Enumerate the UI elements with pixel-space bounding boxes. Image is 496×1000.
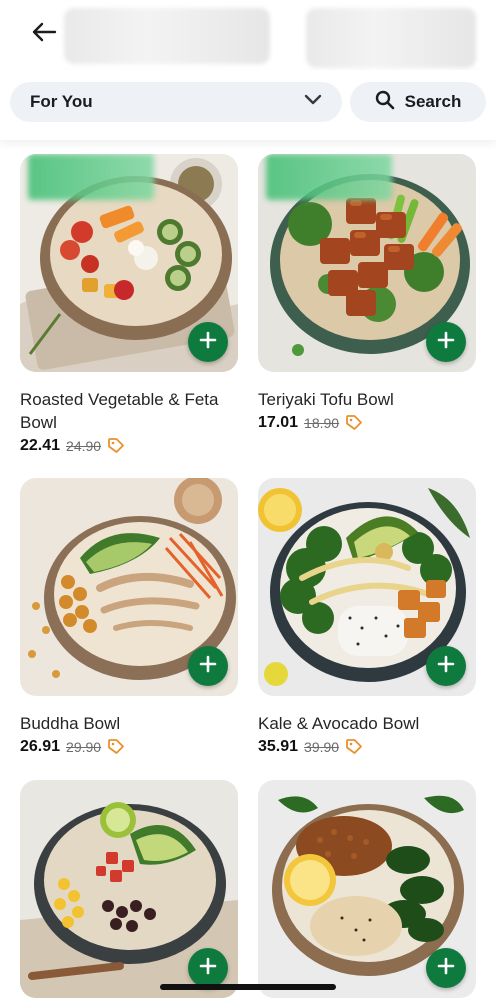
product-name[interactable]: Kale & Avocado Bowl — [258, 712, 476, 735]
arrow-left-icon — [31, 21, 57, 48]
plus-icon — [199, 331, 217, 354]
plus-icon — [199, 655, 217, 678]
product-price: 22.41 — [20, 437, 61, 454]
page: For You Search Roasted Vegetable & Feta … — [0, 0, 496, 1000]
add-to-cart-button[interactable] — [188, 322, 228, 362]
add-to-cart-button[interactable] — [188, 948, 228, 988]
add-to-cart-button[interactable] — [426, 948, 466, 988]
sale-tag-icon — [107, 437, 125, 455]
product-price: 35.91 — [258, 738, 299, 755]
add-to-cart-button[interactable] — [426, 646, 466, 686]
product-old-price: 18.90 — [304, 415, 340, 431]
redacted-badge — [28, 154, 154, 200]
product-card[interactable]: Teriyaki Tofu Bowl 17.01 18.90 — [258, 154, 476, 432]
search-icon — [375, 90, 395, 115]
redacted-badge — [266, 154, 392, 200]
sale-tag-icon — [345, 414, 363, 432]
product-name[interactable]: Teriyaki Tofu Bowl — [258, 388, 476, 411]
plus-icon — [199, 957, 217, 980]
product-card[interactable]: Roasted Vegetable & Feta Bowl 22.41 24.9… — [20, 154, 238, 455]
product-image[interactable] — [258, 780, 476, 998]
sale-tag-icon — [345, 738, 363, 756]
filter-bar: For You Search — [0, 70, 496, 140]
product-card[interactable]: Buddha Bowl 26.91 29.90 — [20, 478, 238, 756]
chevron-down-icon — [304, 93, 322, 111]
price-row: 22.41 24.90 — [20, 437, 238, 455]
product-image[interactable] — [20, 478, 238, 696]
search-button[interactable]: Search — [350, 82, 486, 122]
sale-tag-icon — [107, 738, 125, 756]
price-row: 26.91 29.90 — [20, 738, 238, 756]
product-image[interactable] — [258, 478, 476, 696]
redacted-title — [64, 8, 270, 64]
back-button[interactable] — [24, 16, 64, 52]
add-to-cart-button[interactable] — [426, 322, 466, 362]
product-image[interactable] — [20, 780, 238, 998]
product-card[interactable] — [20, 780, 238, 998]
plus-icon — [437, 957, 455, 980]
product-price: 17.01 — [258, 414, 299, 431]
product-image[interactable] — [20, 154, 238, 372]
product-old-price: 29.90 — [66, 739, 102, 755]
product-name[interactable]: Buddha Bowl — [20, 712, 238, 735]
product-card[interactable] — [258, 780, 476, 998]
category-dropdown[interactable]: For You — [10, 82, 342, 122]
plus-icon — [437, 655, 455, 678]
product-name[interactable]: Roasted Vegetable & Feta Bowl — [20, 388, 238, 434]
top-bar — [0, 0, 496, 70]
price-row: 17.01 18.90 — [258, 414, 476, 432]
product-old-price: 24.90 — [66, 438, 102, 454]
search-button-label: Search — [404, 92, 462, 111]
redacted-info — [306, 8, 476, 68]
home-indicator[interactable] — [160, 984, 336, 990]
product-image[interactable] — [258, 154, 476, 372]
add-to-cart-button[interactable] — [188, 646, 228, 686]
product-price: 26.91 — [20, 738, 61, 755]
product-card[interactable]: Kale & Avocado Bowl 35.91 39.90 — [258, 478, 476, 756]
price-row: 35.91 39.90 — [258, 738, 476, 756]
category-dropdown-label: For You — [30, 92, 93, 111]
product-old-price: 39.90 — [304, 739, 340, 755]
plus-icon — [437, 331, 455, 354]
